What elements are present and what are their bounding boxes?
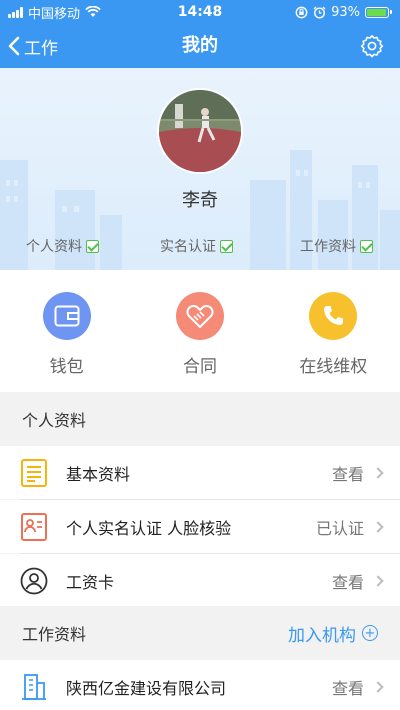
chevron-right-icon <box>372 680 384 693</box>
carrier-label: 中国移动 <box>28 6 81 22</box>
list-item-real-name-verification[interactable]: 个人实名认证 人脸核验 已认证 <box>0 500 400 553</box>
plus-icon: + <box>362 625 378 641</box>
list-item-label: 基本资料 <box>66 464 131 484</box>
check-icon <box>360 239 373 253</box>
chevron-right-icon <box>372 466 384 479</box>
section-title: 工作资料 <box>22 625 87 644</box>
user-name: 李奇 <box>182 190 218 211</box>
id-card-icon <box>20 512 48 541</box>
list-item-value: 已认证 <box>315 518 364 538</box>
list-item-company[interactable]: 陕西亿金建设有限公司 查看 <box>0 660 400 710</box>
section-title: 个人资料 <box>22 411 87 430</box>
handshake-icon <box>175 292 224 340</box>
badge-personal-info: 个人资料 <box>26 236 99 256</box>
page-title: 我的 <box>182 35 218 56</box>
badge-work-info: 工作资料 <box>300 236 373 256</box>
list-item-value: 查看 <box>331 572 364 592</box>
badge-label: 个人资料 <box>26 239 82 255</box>
join-organization-label: 加入机构 <box>288 625 356 646</box>
badge-label: 实名认证 <box>160 239 216 255</box>
list-item-value: 查看 <box>331 678 364 698</box>
rights-protection-label: 在线维权 <box>299 357 368 377</box>
check-icon <box>220 239 233 253</box>
chevron-right-icon <box>372 520 384 533</box>
wallet-label: 钱包 <box>49 357 84 377</box>
list-item-label: 陕西亿金建设有限公司 <box>66 678 227 698</box>
badge-real-name: 实名认证 <box>160 236 233 256</box>
list-item-label: 工资卡 <box>66 572 115 592</box>
avatar[interactable] <box>157 88 243 174</box>
status-right: 93% <box>295 5 392 20</box>
status-bar: 中国移动 14:48 93% <box>0 0 400 24</box>
wifi-icon <box>85 6 101 17</box>
battery-icon <box>365 6 392 18</box>
user-card-icon <box>20 567 48 595</box>
contract-button[interactable]: 合同 <box>133 270 266 392</box>
building-icon <box>20 673 48 701</box>
list-item-value: 查看 <box>331 464 364 484</box>
alarm-icon <box>313 6 326 19</box>
check-icon <box>86 239 99 253</box>
signal-icon <box>8 6 23 18</box>
join-organization-button[interactable]: 加入机构 + <box>288 621 378 646</box>
battery-percent: 93% <box>331 4 360 20</box>
section-work-info: 工作资料 加入机构 + <box>0 606 400 660</box>
quick-actions: 钱包 合同 在线维权 <box>0 270 400 392</box>
list-item-salary-card[interactable]: 工资卡 查看 <box>0 554 400 607</box>
contract-label: 合同 <box>182 357 217 377</box>
list-item-label: 个人实名认证 人脸核验 <box>66 518 232 538</box>
status-left: 中国移动 <box>8 3 101 22</box>
wallet-button[interactable]: 钱包 <box>0 270 133 392</box>
phone-icon <box>309 292 358 340</box>
avatar-photo <box>159 90 241 172</box>
status-time: 14:48 <box>177 4 223 20</box>
document-icon <box>20 458 48 487</box>
gear-icon[interactable] <box>360 34 384 58</box>
badge-label: 工作资料 <box>300 239 356 255</box>
orientation-lock-icon <box>295 6 308 18</box>
profile-header: 李奇 个人资料 实名认证 工作资料 <box>0 68 400 270</box>
nav-bar: 工作 我的 <box>0 24 400 68</box>
chevron-right-icon <box>372 574 384 587</box>
list-item-basic-info[interactable]: 基本资料 查看 <box>0 446 400 499</box>
section-personal-info: 个人资料 <box>0 392 400 446</box>
rights-protection-button[interactable]: 在线维权 <box>267 270 400 392</box>
wallet-icon <box>42 292 91 340</box>
